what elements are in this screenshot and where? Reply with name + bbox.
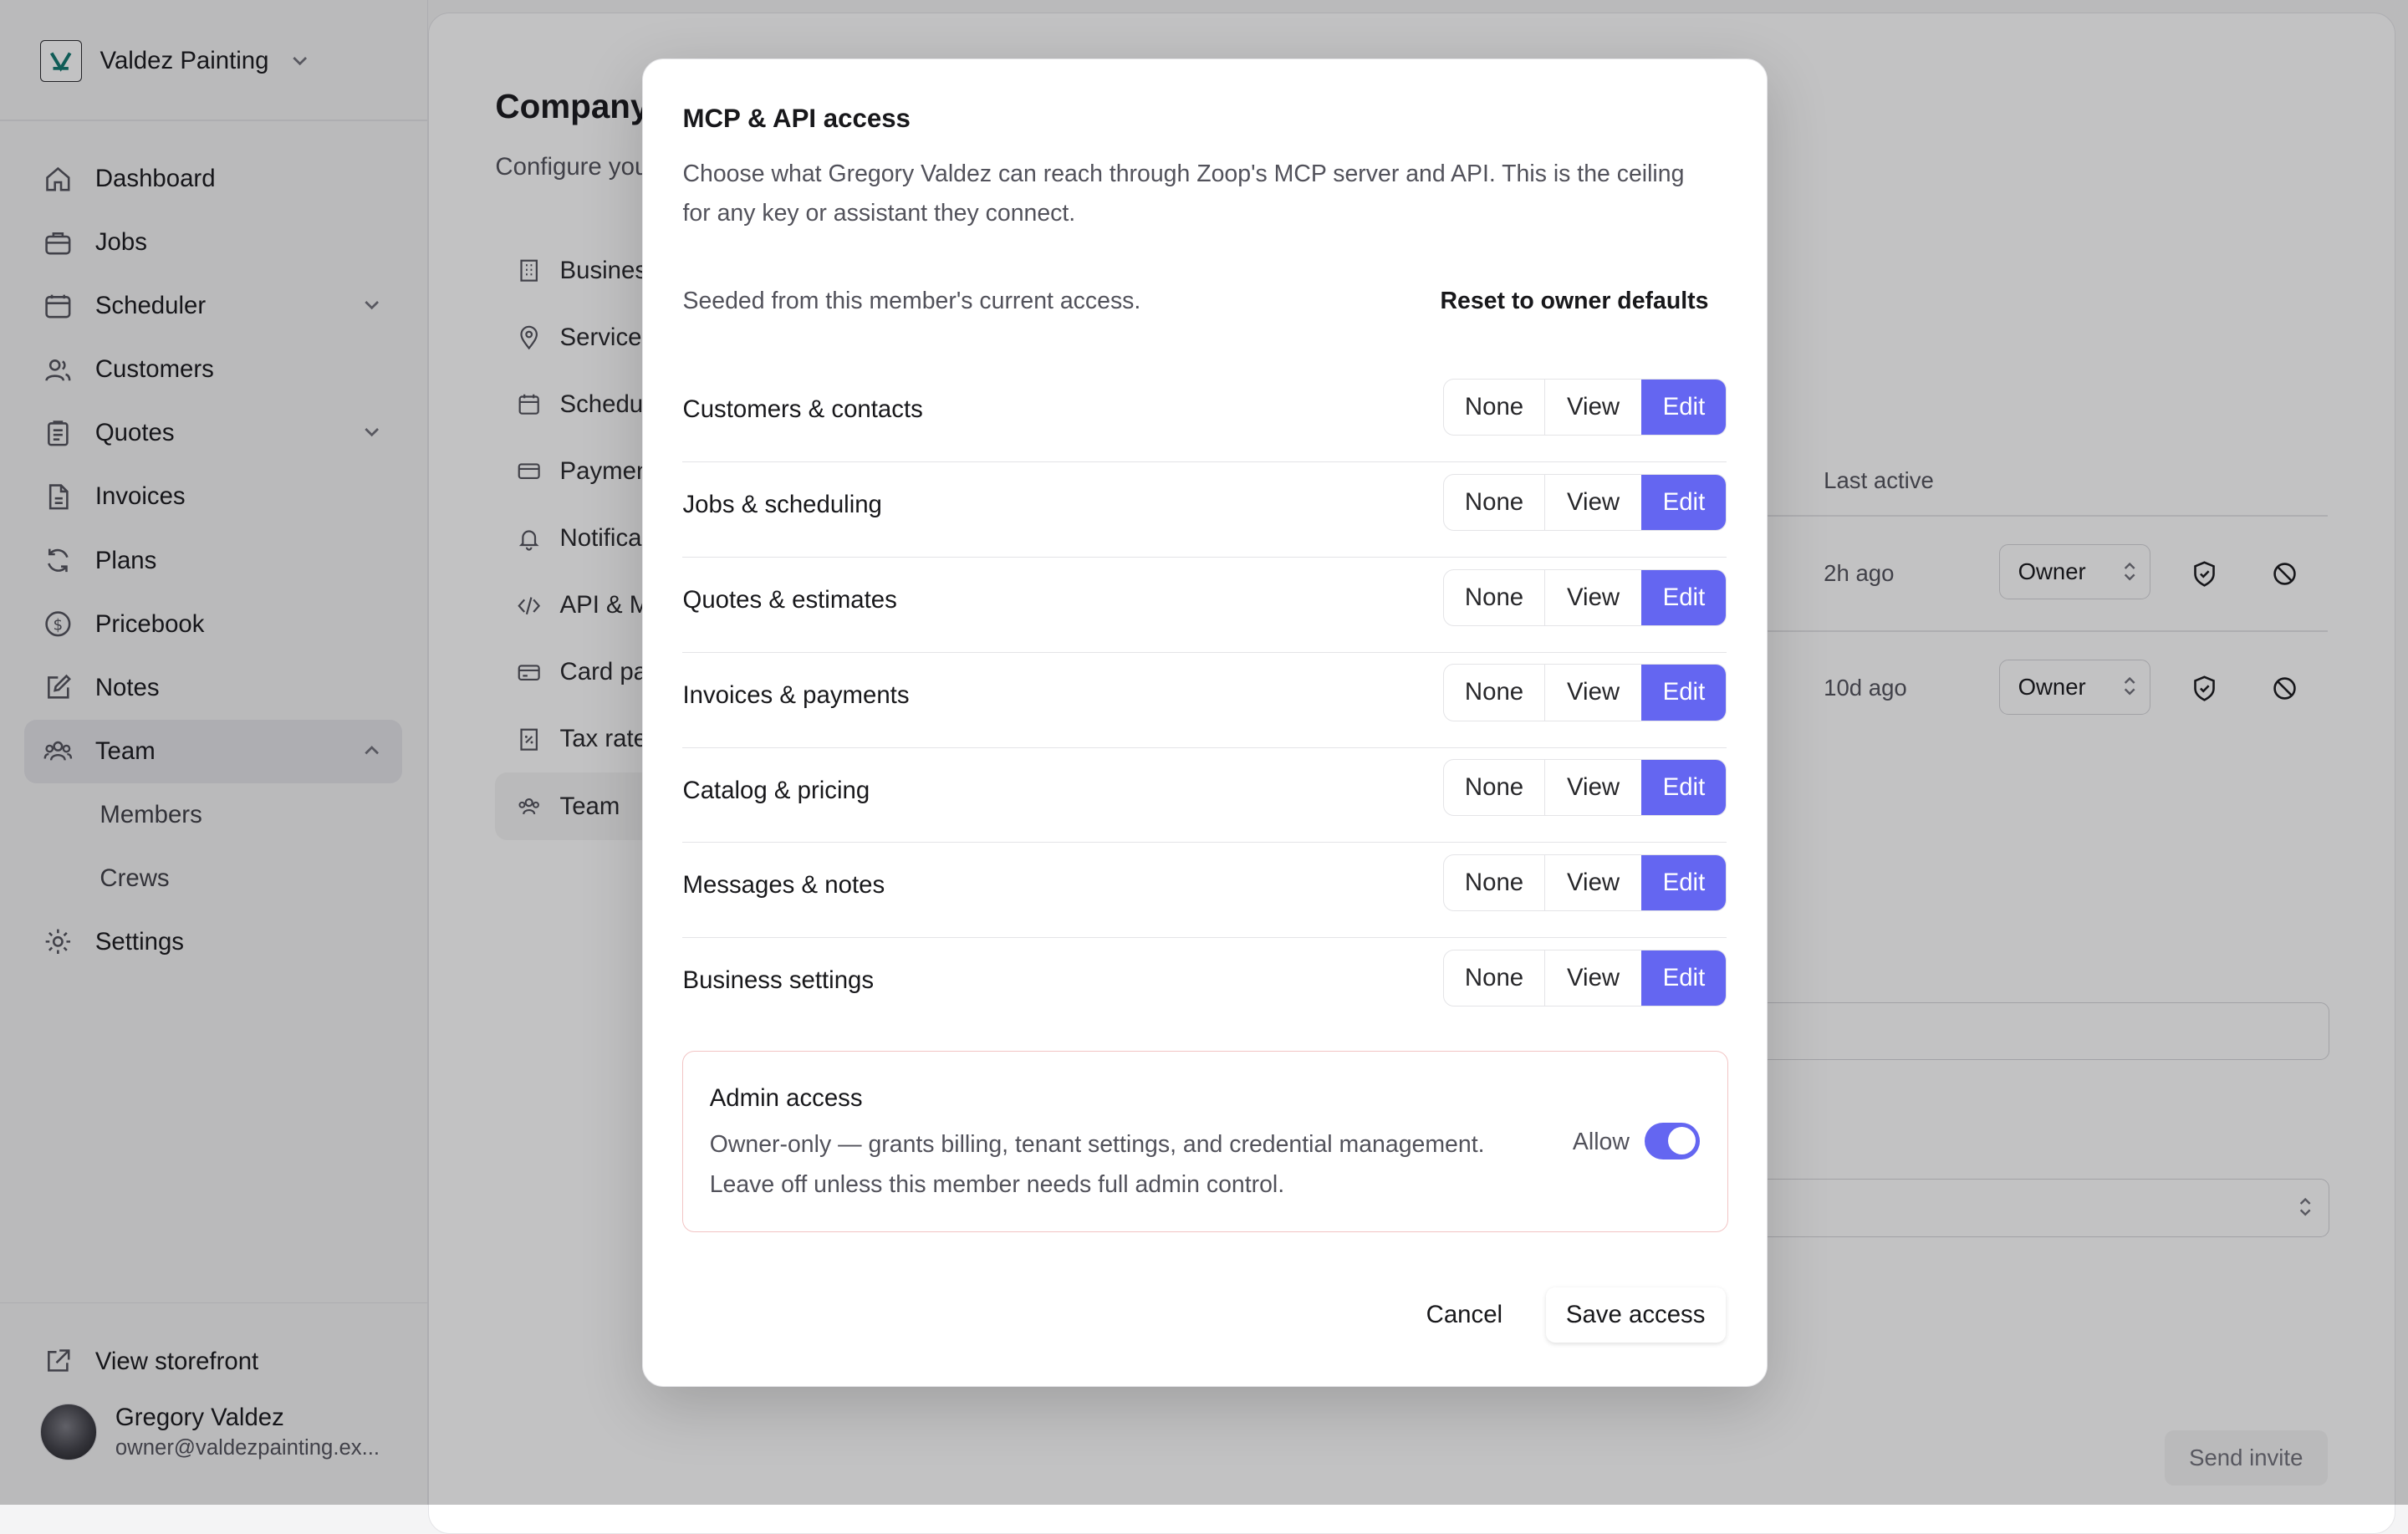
option-none[interactable]: None	[1444, 379, 1545, 435]
option-view[interactable]: View	[1545, 855, 1642, 910]
permission-label: Business settings	[682, 966, 875, 995]
toggle-knob	[1667, 1127, 1696, 1155]
permission-row-customers: Customers & contacts None View Edit	[682, 366, 1727, 462]
option-view[interactable]: View	[1545, 665, 1642, 720]
permission-row-catalog: Catalog & pricing None View Edit	[682, 747, 1727, 843]
permission-label: Jobs & scheduling	[682, 490, 882, 518]
option-edit[interactable]: Edit	[1641, 474, 1727, 530]
option-edit[interactable]: Edit	[1641, 379, 1727, 435]
option-none[interactable]: None	[1444, 474, 1545, 530]
admin-access-toggle[interactable]	[1645, 1122, 1701, 1159]
access-level-segmented: None View Edit	[1443, 854, 1727, 912]
admin-access-panel: Admin access Owner-only — grants billing…	[682, 1051, 1729, 1233]
access-level-segmented: None View Edit	[1443, 473, 1727, 531]
option-edit[interactable]: Edit	[1641, 569, 1727, 625]
option-none[interactable]: None	[1444, 760, 1545, 816]
permission-label: Messages & notes	[682, 871, 885, 900]
permission-label: Customers & contacts	[682, 395, 923, 423]
access-level-segmented: None View Edit	[1443, 378, 1727, 436]
permission-row-jobs: Jobs & scheduling None View Edit	[682, 461, 1727, 558]
option-none[interactable]: None	[1444, 950, 1545, 1007]
option-edit[interactable]: Edit	[1641, 950, 1727, 1007]
option-edit[interactable]: Edit	[1641, 760, 1727, 816]
access-level-segmented: None View Edit	[1443, 664, 1727, 721]
option-edit[interactable]: Edit	[1641, 855, 1727, 911]
permission-row-quotes: Quotes & estimates None View Edit	[682, 557, 1727, 653]
option-view[interactable]: View	[1545, 475, 1642, 530]
reset-defaults-button[interactable]: Reset to owner defaults	[1440, 288, 1708, 315]
admin-access-title: Admin access	[709, 1083, 863, 1112]
save-access-button[interactable]: Save access	[1545, 1287, 1726, 1343]
access-level-segmented: None View Edit	[1443, 950, 1727, 1007]
permission-row-messages: Messages & notes None View Edit	[682, 842, 1727, 939]
dialog-description: Choose what Gregory Valdez can reach thr…	[682, 160, 1685, 227]
seeded-note: Seeded from this member's current access…	[682, 288, 1141, 315]
option-edit[interactable]: Edit	[1641, 665, 1727, 721]
cancel-button[interactable]: Cancel	[1403, 1287, 1526, 1343]
access-level-segmented: None View Edit	[1443, 568, 1727, 626]
dialog-title: MCP & API access	[682, 104, 911, 134]
option-view[interactable]: View	[1545, 950, 1642, 1006]
option-none[interactable]: None	[1444, 665, 1545, 721]
permission-row-invoices: Invoices & payments None View Edit	[682, 652, 1727, 748]
option-view[interactable]: View	[1545, 570, 1642, 625]
mcp-api-access-dialog: MCP & API access Choose what Gregory Val…	[641, 58, 1768, 1387]
admin-access-description: Owner-only — grants billing, tenant sett…	[709, 1131, 1485, 1199]
option-view[interactable]: View	[1545, 760, 1642, 815]
permission-row-business-settings: Business settings None View Edit	[682, 937, 1727, 1032]
permission-label: Invoices & payments	[682, 680, 910, 709]
permission-label: Catalog & pricing	[682, 776, 870, 804]
permission-label: Quotes & estimates	[682, 585, 897, 614]
option-none[interactable]: None	[1444, 569, 1545, 625]
option-none[interactable]: None	[1444, 855, 1545, 911]
option-view[interactable]: View	[1545, 380, 1642, 435]
allow-label: Allow	[1572, 1129, 1630, 1156]
access-level-segmented: None View Edit	[1443, 759, 1727, 817]
